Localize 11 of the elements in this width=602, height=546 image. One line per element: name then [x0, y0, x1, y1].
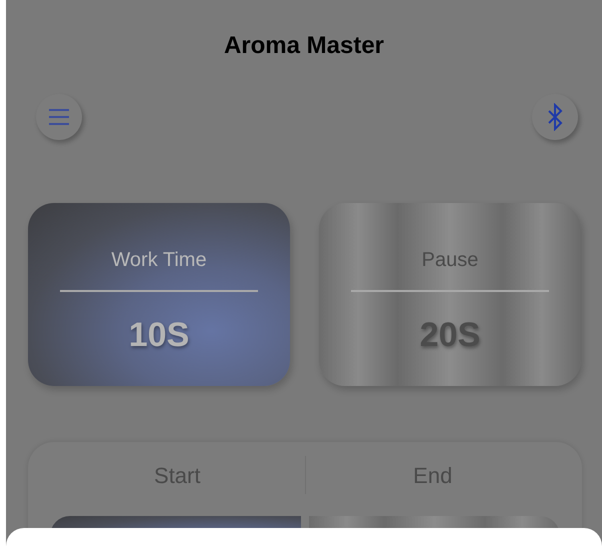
timer-value: 10S	[128, 315, 190, 356]
timer-card[interactable]: Work Time 10S	[28, 203, 290, 386]
timer-label: Work Time	[111, 248, 207, 273]
bluetooth-icon	[547, 103, 563, 131]
menu-icon	[48, 108, 70, 126]
app-title: Aroma Master	[222, 31, 386, 61]
timer-card[interactable]: Pause 20S	[319, 203, 581, 386]
menu-button[interactable]	[36, 94, 82, 140]
timer-label: Pause	[422, 248, 478, 273]
bluetooth-button[interactable]	[532, 94, 578, 140]
timer-value: 20S	[420, 315, 480, 356]
